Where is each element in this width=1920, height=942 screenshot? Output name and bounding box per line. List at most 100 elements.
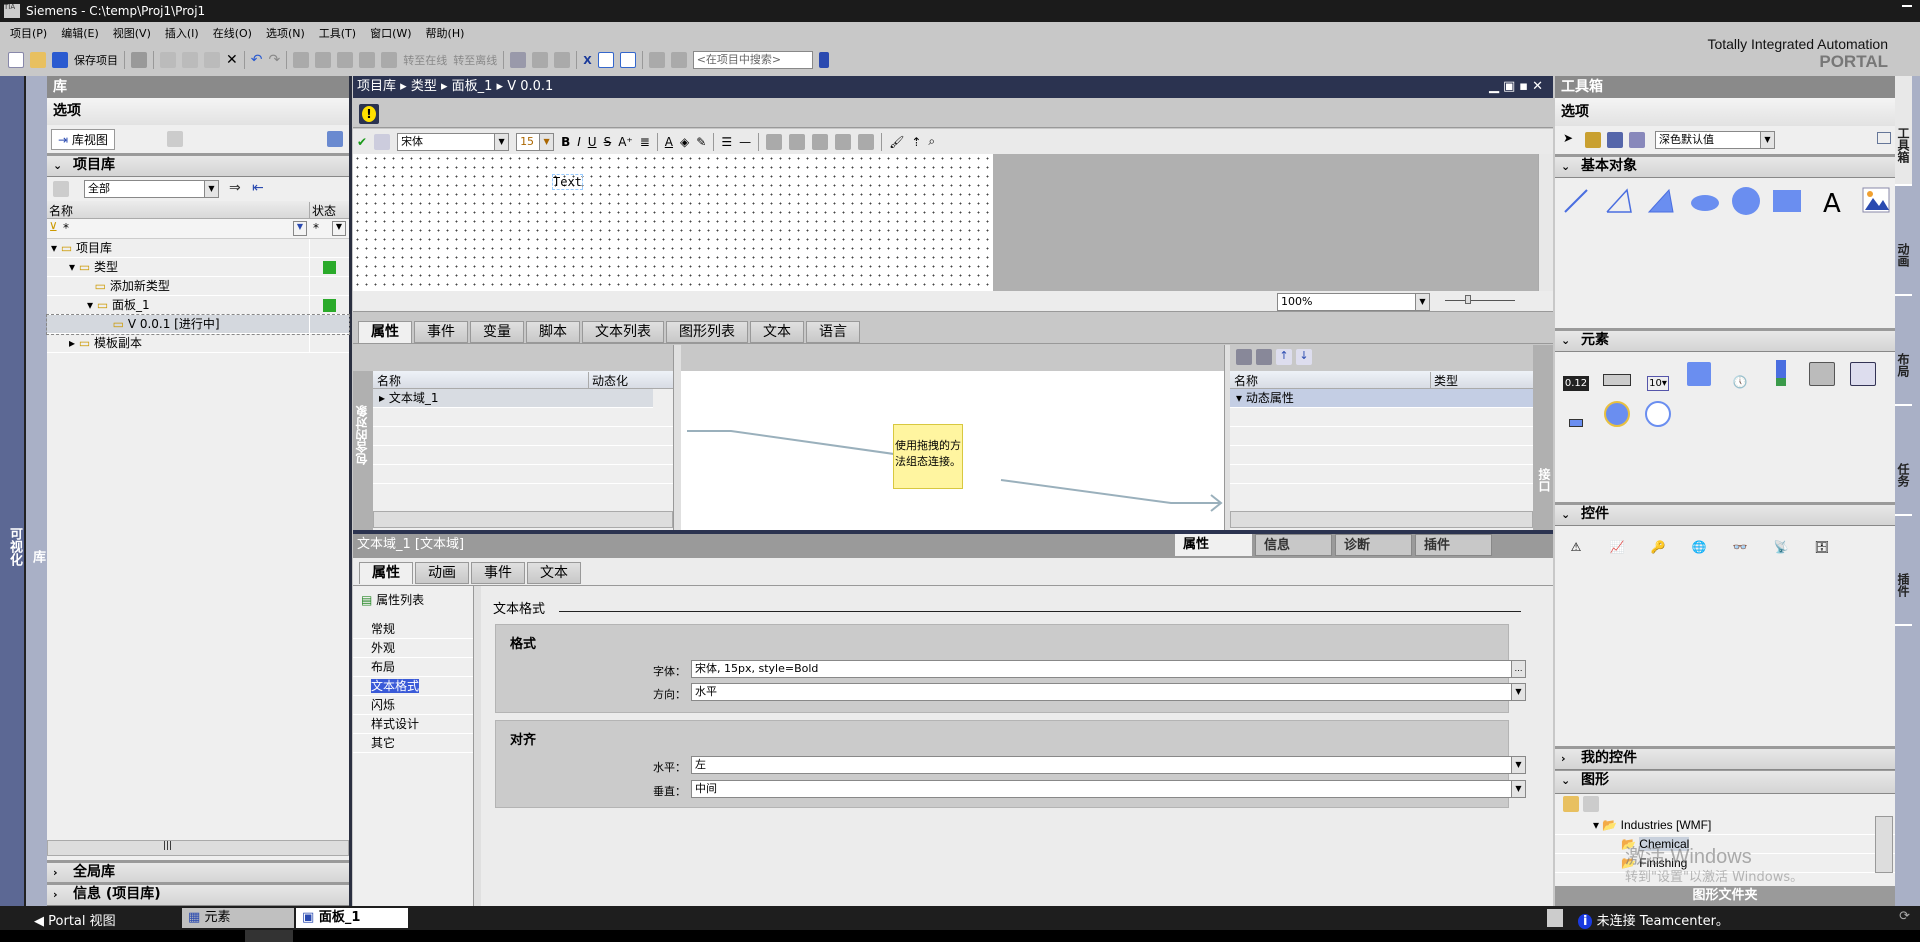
move-down-icon[interactable]: ↓: [1296, 349, 1312, 365]
settings-icon[interactable]: [1607, 132, 1623, 148]
tree-item[interactable]: ▾ ▭ 面板_1: [47, 296, 349, 315]
stop-cpu-icon[interactable]: [554, 52, 571, 68]
screen-canvas[interactable]: Text: [353, 154, 993, 291]
nav-item[interactable]: 闪烁: [353, 696, 473, 715]
add-property-icon[interactable]: [1236, 349, 1252, 365]
horizontal-align-select[interactable]: 左 ▼: [691, 756, 1526, 774]
tab-2[interactable]: 变量: [470, 321, 524, 343]
button-tool-icon[interactable]: [1602, 365, 1632, 395]
move-up-icon[interactable]: ↑: [1276, 349, 1292, 365]
font-color-icon[interactable]: A: [665, 135, 673, 149]
nav-item[interactable]: 常规: [353, 620, 473, 639]
task-card-tab-2[interactable]: 布局: [1895, 296, 1912, 406]
html-browser-icon[interactable]: 🌐: [1684, 532, 1714, 562]
switch-icon[interactable]: [1807, 359, 1837, 389]
breadcrumb-item[interactable]: V 0.0.1: [507, 79, 553, 94]
elements-section[interactable]: ⌄ 元素: [1555, 328, 1895, 352]
underline-icon[interactable]: U: [588, 135, 597, 149]
arrange-icon[interactable]: [766, 133, 783, 150]
breadcrumb-item[interactable]: 项目库: [357, 79, 396, 94]
interface-hscrollbar[interactable]: [1230, 511, 1533, 528]
inspector-tab-0[interactable]: 属性: [359, 562, 413, 584]
splitter[interactable]: [353, 313, 1553, 319]
font-grow-icon[interactable]: A⁺: [618, 135, 633, 149]
trend-view-icon[interactable]: 📈: [1602, 532, 1632, 562]
remove-graphic-folder-icon[interactable]: [1582, 796, 1599, 812]
interface-strip[interactable]: 接口: [1533, 345, 1553, 530]
strikethrough-icon[interactable]: S: [604, 135, 612, 149]
recipe-view-icon[interactable]: 👓: [1725, 532, 1755, 562]
same-size-icon[interactable]: [858, 133, 875, 150]
bold-icon[interactable]: B: [561, 135, 570, 149]
library-filter-select[interactable]: 全部 ▼: [84, 180, 219, 198]
project-library-section[interactable]: ⌄ 项目库: [47, 153, 349, 177]
symbolic-io-field-icon[interactable]: 10▾: [1643, 369, 1673, 399]
sm-diagnostics-icon[interactable]: 📡: [1766, 532, 1796, 562]
view-toggle-icon[interactable]: [1877, 132, 1891, 144]
gauge-icon[interactable]: [1602, 399, 1632, 429]
uncheck-icon[interactable]: [670, 52, 687, 68]
graphics-section[interactable]: ⌄ 图形: [1555, 770, 1895, 794]
properties-icon[interactable]: [374, 133, 391, 150]
tab-1[interactable]: 事件: [414, 321, 468, 343]
line-style-icon[interactable]: —: [739, 135, 751, 149]
menu-options[interactable]: 选项(N): [266, 24, 305, 44]
contained-hscrollbar[interactable]: [373, 511, 673, 528]
add-event-icon[interactable]: [1256, 349, 1272, 365]
task-card-tab-0[interactable]: 工具箱: [1895, 76, 1912, 186]
menu-edit[interactable]: 编辑(E): [61, 24, 99, 44]
task-card-tab-4[interactable]: 插件: [1895, 516, 1912, 626]
menu-window[interactable]: 窗口(W): [370, 24, 411, 44]
cross-reference-icon[interactable]: X: [583, 54, 591, 67]
col-dynamic-header[interactable]: 动态化: [588, 372, 628, 389]
breadcrumb-item[interactable]: 类型: [411, 79, 437, 94]
date-time-field-icon[interactable]: 🕔: [1725, 367, 1755, 397]
property-list-button[interactable]: ▤ 属性列表: [353, 586, 473, 614]
global-library-section[interactable]: › 全局库: [47, 860, 349, 884]
name-filter-dropdown[interactable]: ▼: [293, 221, 307, 236]
line-width-icon[interactable]: ☰: [721, 135, 732, 149]
text-tool-icon[interactable]: A: [1823, 189, 1841, 219]
library-add-icon[interactable]: [53, 181, 69, 197]
nav-item[interactable]: 布局: [353, 658, 473, 677]
search-go-icon[interactable]: [818, 52, 829, 68]
copy-icon[interactable]: [182, 52, 198, 68]
accessible-devices-icon[interactable]: [510, 52, 527, 68]
portal-view-button[interactable]: ◀ Portal 视图: [34, 910, 116, 929]
undo-icon[interactable]: ↶: [251, 52, 263, 68]
status-filter-dropdown[interactable]: ▼: [332, 221, 346, 236]
list-item[interactable]: ▸ 文本域_1: [373, 389, 653, 408]
graphics-folder-bar[interactable]: 图形文件夹: [1555, 886, 1895, 906]
taskbar-item-elements[interactable]: ▦ 元素: [182, 908, 294, 928]
stamp-icon[interactable]: [1585, 132, 1601, 148]
rotate-icon[interactable]: [789, 133, 806, 150]
inspector-tab-2[interactable]: 事件: [471, 562, 525, 584]
zoom-select-icon[interactable]: ⌕: [928, 134, 935, 149]
window-controls[interactable]: ▁▣▪✕: [1489, 76, 1547, 98]
pointer-icon[interactable]: ➤: [1563, 131, 1573, 145]
canvas-vscrollbar[interactable]: [1538, 154, 1553, 291]
tree-item[interactable]: ▭ V 0.0.1 [进行中]: [46, 314, 350, 335]
copy-to-global-icon[interactable]: ⇒: [229, 180, 241, 196]
font-size-select[interactable]: 15 ▼: [516, 132, 555, 151]
tree-item[interactable]: ▸ ▭ 模板副本: [47, 334, 349, 353]
list-item[interactable]: ▾ 动态属性: [1230, 389, 1533, 408]
expand-toggle[interactable]: ▾: [69, 260, 79, 274]
basic-objects-section[interactable]: ⌄ 基本对象: [1555, 154, 1895, 178]
menu-insert[interactable]: 插入(I): [165, 24, 199, 44]
project-search-input[interactable]: <在项目中搜索>: [692, 51, 813, 69]
alarm-view-icon[interactable]: ⚠: [1561, 532, 1591, 562]
line-tool-icon[interactable]: [1564, 189, 1588, 213]
slider-icon[interactable]: [1561, 408, 1591, 438]
table-icon[interactable]: [1629, 132, 1645, 148]
split-horizontal-icon[interactable]: [597, 52, 614, 68]
media-player-icon[interactable]: 🗄: [1807, 532, 1837, 562]
direction-select[interactable]: 水平 ▼: [691, 683, 1526, 701]
line-color-icon[interactable]: ✎: [696, 135, 706, 149]
nav-item[interactable]: 文本格式: [353, 677, 473, 696]
status-filter[interactable]: *: [313, 221, 319, 235]
tree-item[interactable]: ▭ 添加新类型: [47, 277, 349, 296]
tab-4[interactable]: 文本列表: [582, 321, 664, 343]
upload-icon[interactable]: [337, 52, 354, 68]
italic-icon[interactable]: I: [577, 135, 581, 149]
